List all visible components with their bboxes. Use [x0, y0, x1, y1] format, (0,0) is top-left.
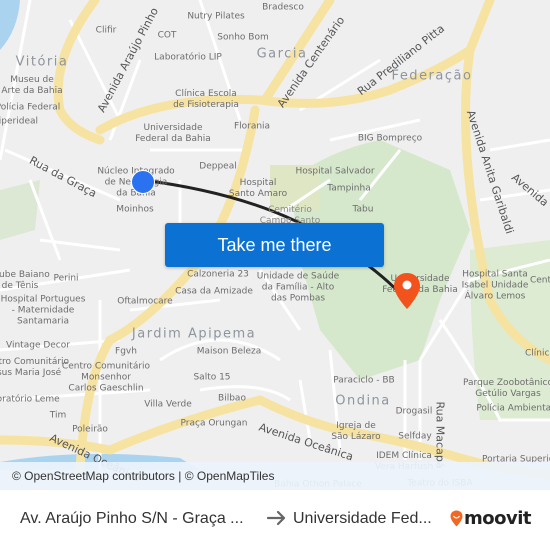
poi-label: Villa Verde	[144, 399, 192, 410]
poi-label: Bilbao	[218, 393, 246, 404]
take-me-there-button[interactable]: Take me there	[165, 223, 384, 267]
poi-label: Paraciclo - BB	[333, 375, 395, 386]
poi-label: Florania	[233, 121, 271, 132]
poi-label: Hospital Salvador	[295, 166, 375, 177]
poi-label: Unidade de Saúde da Família - Alto das P…	[256, 271, 340, 304]
attribution-text[interactable]: © OpenStreetMap contributors | © OpenMap…	[12, 469, 274, 483]
poi-label: Vintage Decor	[6, 340, 70, 351]
neighborhood-label: Vitória	[15, 54, 69, 70]
moovit-logo[interactable]: moovit	[450, 505, 532, 531]
poi-label: Clube Baiano de Tênis	[0, 270, 50, 291]
destination-name: Universidade Fed...	[293, 510, 432, 527]
poi-label: Universidade Federal da Bahia	[135, 123, 211, 144]
road-centenario-link	[95, 0, 495, 135]
poi-label: Nutry Pilates	[187, 11, 245, 22]
poi-label: Parque Zoobotânico Getúlio Vargas	[463, 378, 550, 399]
poi-label: COT	[157, 30, 177, 41]
poi-label: Hiperideal	[0, 116, 38, 127]
poi-label: Drogasil	[395, 406, 433, 417]
poi-label: Laboratório Leme	[0, 394, 60, 405]
arrow-right-icon	[266, 510, 286, 526]
poi-label: Deppeal	[199, 161, 237, 172]
water-bay	[0, 0, 20, 50]
map-view[interactable]: Vitória Garcia Federação Jardim Apipema …	[0, 0, 550, 490]
poi-label: Moinhos	[116, 204, 154, 215]
poi-label: Praça Orungan	[180, 418, 248, 429]
poi-label: Centro Comunitário Jesus Maria José	[0, 357, 70, 378]
moovit-pin-icon	[450, 510, 463, 526]
poi-label: Polícia Ambiental	[476, 403, 550, 414]
map-attribution: © OpenStreetMap contributors | © OpenMap…	[0, 462, 550, 490]
poi-label: Polícia Federal	[0, 102, 61, 113]
destination-pin-icon[interactable]	[393, 272, 421, 310]
poi-label: Clifir	[95, 25, 117, 36]
poi-label: Tabu	[352, 204, 374, 215]
poi-label: Hospital Santo Amaro	[228, 178, 288, 199]
poi-label: Casa da Amizade	[175, 286, 253, 297]
poi-label: Hospital Santa Isabel Unidade Álvaro Lem…	[461, 269, 529, 302]
origin-name: Av. Araújo Pinho S/N - Graça ...	[20, 510, 244, 527]
brand-wordmark: moovit	[464, 507, 532, 529]
poi-label: Poleirão	[72, 424, 108, 435]
poi-label: BIG Bompreço	[357, 133, 423, 144]
origin-marker[interactable]	[131, 170, 155, 194]
poi-label: Selfday	[398, 431, 432, 442]
poi-label: Oftalmocare	[117, 296, 173, 307]
poi-label: Perini	[53, 273, 79, 284]
road-label: Rua Macapá	[433, 401, 447, 469]
poi-label: Museu de Arte da Bahia	[1, 75, 63, 96]
poi-label: Centro	[529, 275, 550, 286]
poi-label: Salto 15	[193, 372, 231, 383]
neighborhood-label: Jardim Apipema	[131, 326, 257, 342]
neighborhood-label: Garcia	[256, 46, 308, 62]
poi-label: Tampinha	[327, 183, 371, 194]
poi-label: Fgvh	[115, 346, 137, 357]
poi-label: Tim	[49, 410, 67, 421]
poi-label: Hospital Portugues - Maternidade Santama…	[0, 294, 86, 327]
poi-label: Bradesco	[262, 2, 304, 13]
poi-label: Sonho Bom	[217, 32, 269, 43]
poi-label: Laboratório LIP	[154, 52, 222, 63]
route-footer: Av. Araújo Pinho S/N - Graça ... Univers…	[0, 490, 550, 550]
neighborhood-label: Ondina	[335, 393, 391, 409]
poi-label: Clínica Escola de Fisioterapia	[173, 89, 239, 110]
neighborhood-label: Federação	[391, 68, 473, 84]
poi-label: Clínica	[525, 348, 550, 359]
poi-label: Centro Comunitário Monsenhor Carlos Gaes…	[61, 361, 151, 394]
poi-label: Maison Beleza	[196, 346, 262, 357]
poi-label: Calzoneria 23	[187, 269, 249, 280]
poi-label: Igreja de São Lázaro	[331, 421, 381, 442]
